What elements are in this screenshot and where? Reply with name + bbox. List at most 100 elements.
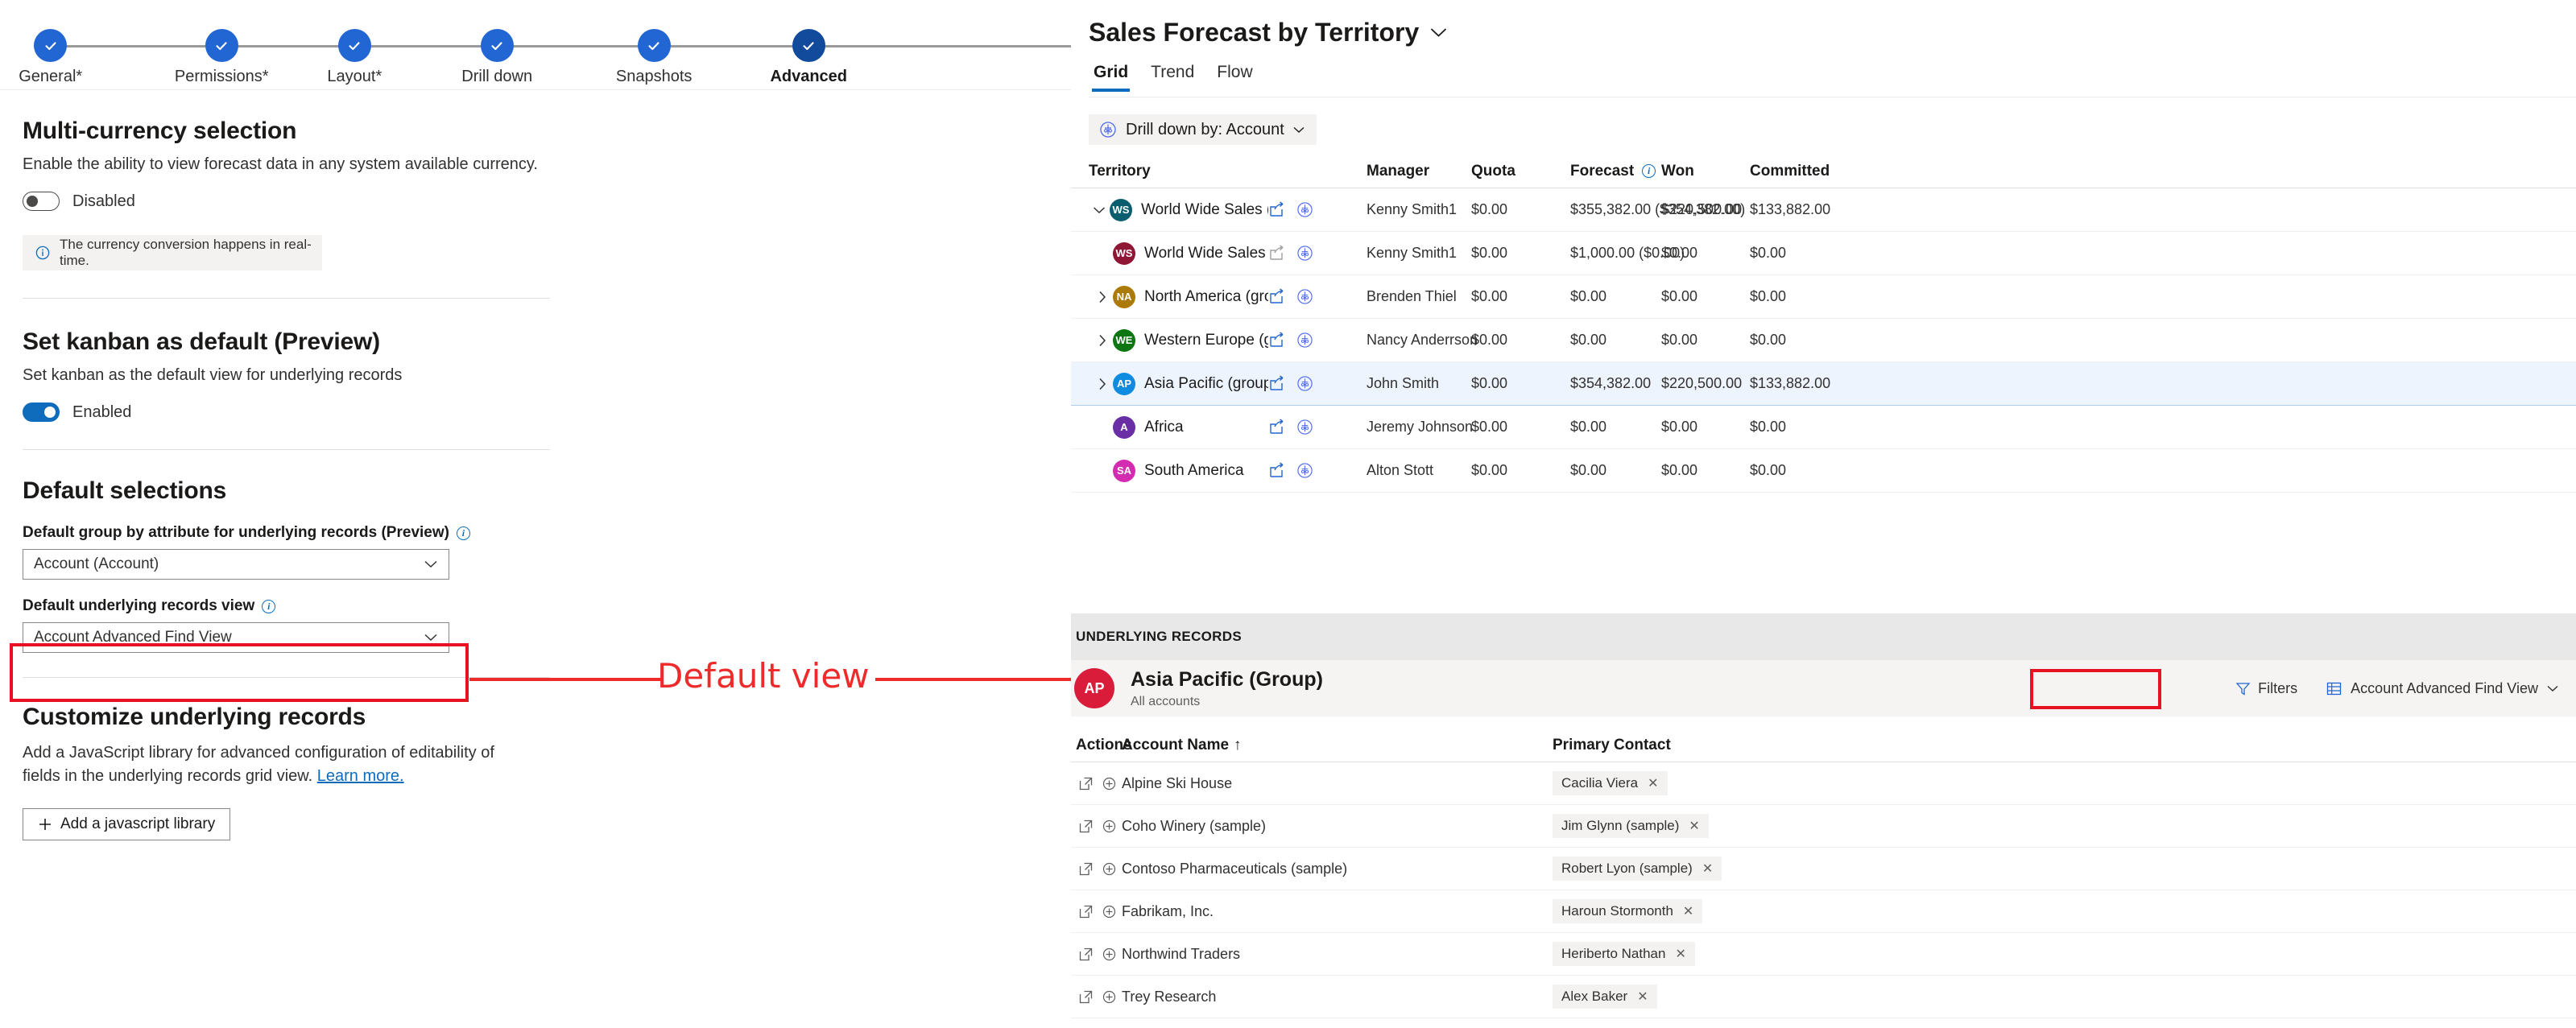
contact-pill[interactable]: Haroun Stormonth ✕ <box>1553 899 1703 923</box>
territory-name[interactable]: Asia Pacific (group) <box>1144 375 1268 393</box>
territory-name[interactable]: South America <box>1144 462 1244 480</box>
drill-down-row-icon[interactable] <box>1296 201 1313 218</box>
column-header-territory[interactable]: Territory <box>1071 163 1268 180</box>
close-icon[interactable]: ✕ <box>1683 903 1693 919</box>
territory-name[interactable]: Western Europe (gro <box>1144 332 1268 349</box>
group-by-combobox[interactable]: Account (Account) <box>23 549 449 580</box>
drill-down-row-icon[interactable] <box>1296 288 1313 305</box>
share-record-icon[interactable] <box>1268 288 1285 305</box>
cell-account-name[interactable]: Alpine Ski House <box>1122 775 1553 792</box>
share-record-icon[interactable] <box>1268 375 1285 392</box>
filters-button[interactable]: Filters <box>2235 680 2297 697</box>
forecast-grid-row[interactable]: A Africa Jeremy Johnson $0.00 $0.00 $0.00 $0.0… <box>1071 406 2576 449</box>
group-by-info-icon[interactable]: i <box>456 526 470 540</box>
learn-more-link[interactable]: Learn more. <box>317 767 404 785</box>
forecast-grid-row[interactable]: AP Asia Pacific (group) John Smith $0.00 $35… <box>1071 362 2576 406</box>
records-table-row[interactable]: Coho Winery (sample) Jim Glynn (sample) ✕ <box>1071 805 2576 848</box>
records-view-combobox[interactable]: Account Advanced Find View <box>23 622 449 653</box>
records-view-selector[interactable]: Account Advanced Find View <box>2326 680 2558 697</box>
multi-currency-toggle[interactable] <box>23 192 60 211</box>
drill-down-row-icon[interactable] <box>1296 419 1313 436</box>
add-record-icon[interactable] <box>1102 862 1116 876</box>
forecast-title[interactable]: Sales Forecast by Territory <box>1089 18 1447 47</box>
territory-name[interactable]: North America (grou <box>1144 288 1268 306</box>
forecast-grid-row[interactable]: SA South America Alton Stott $0.00 $0.00 $0.0… <box>1071 449 2576 493</box>
contact-pill[interactable]: Cacilia Viera ✕ <box>1553 771 1668 795</box>
territory-name[interactable]: World Wide Sales (group <box>1141 201 1268 219</box>
stepper-step-drilldown[interactable]: Drill down <box>461 29 532 86</box>
share-record-icon[interactable] <box>1268 462 1285 479</box>
add-record-icon[interactable] <box>1102 990 1116 1004</box>
drill-down-chip[interactable]: Drill down by: Account <box>1089 114 1317 145</box>
contact-pill[interactable]: Jim Glynn (sample) ✕ <box>1553 814 1709 838</box>
records-view-info-icon[interactable]: i <box>262 599 276 613</box>
drill-down-row-icon[interactable] <box>1296 375 1313 392</box>
column-header-manager[interactable]: Manager <box>1367 163 1471 180</box>
chevron-right-icon[interactable] <box>1092 334 1113 347</box>
share-record-icon[interactable] <box>1268 332 1285 349</box>
share-record-icon[interactable] <box>1268 419 1285 436</box>
contact-pill[interactable]: Heriberto Nathan ✕ <box>1553 942 1695 966</box>
open-record-icon[interactable] <box>1079 777 1093 791</box>
stepper-step-permissions[interactable]: Permissions* <box>175 29 269 86</box>
add-javascript-library-button[interactable]: Add a javascript library <box>23 808 231 840</box>
drill-down-row-icon[interactable] <box>1296 462 1313 479</box>
stepper-step-layout[interactable]: Layout* <box>327 29 382 86</box>
open-record-icon[interactable] <box>1079 905 1093 919</box>
add-record-icon[interactable] <box>1102 947 1116 961</box>
territory-name[interactable]: Africa <box>1144 419 1184 436</box>
chevron-down-icon <box>424 560 437 568</box>
column-header-won[interactable]: Won <box>1661 163 1750 180</box>
add-record-icon[interactable] <box>1102 820 1116 833</box>
cell-account-name[interactable]: Northwind Traders <box>1122 946 1553 963</box>
close-icon[interactable]: ✕ <box>1702 861 1713 877</box>
forecast-grid-row[interactable]: NA North America (grou Brenden Thiel $0.00 $… <box>1071 275 2576 319</box>
close-icon[interactable]: ✕ <box>1637 989 1648 1005</box>
tab-flow[interactable]: Flow <box>1212 60 1260 92</box>
add-record-icon[interactable] <box>1102 777 1116 791</box>
open-record-icon[interactable] <box>1079 820 1093 833</box>
contact-pill[interactable]: Robert Lyon (sample) ✕ <box>1553 857 1722 881</box>
column-header-account-name[interactable]: Account Name ↑ <box>1122 737 1553 754</box>
share-record-icon[interactable] <box>1268 245 1285 262</box>
chevron-down-icon[interactable] <box>1430 27 1447 38</box>
add-record-icon[interactable] <box>1102 905 1116 919</box>
records-table-row[interactable]: Contoso Pharmaceuticals (sample) Robert L… <box>1071 848 2576 890</box>
stepper-step-general[interactable]: General* <box>19 29 82 86</box>
records-table-row[interactable]: Trey Research Alex Baker ✕ <box>1071 976 2576 1018</box>
close-icon[interactable]: ✕ <box>1648 775 1658 791</box>
records-table-row[interactable]: Northwind Traders Heriberto Nathan ✕ <box>1071 933 2576 976</box>
records-table-row[interactable]: Fabrikam, Inc. Haroun Stormonth ✕ <box>1071 890 2576 933</box>
drill-down-row-icon[interactable] <box>1296 245 1313 262</box>
share-record-icon[interactable] <box>1268 201 1285 218</box>
close-icon[interactable]: ✕ <box>1689 818 1699 834</box>
column-header-primary-contact[interactable]: Primary Contact <box>1553 737 2576 754</box>
cell-account-name[interactable]: Coho Winery (sample) <box>1122 818 1553 835</box>
forecast-grid-row[interactable]: WEWestern Europe (groNancy Anderrson$0.0… <box>1071 319 2576 362</box>
stepper-step-advanced[interactable]: Advanced <box>770 29 847 86</box>
forecast-info-icon[interactable]: i <box>1642 164 1656 178</box>
drill-down-row-icon[interactable] <box>1296 332 1313 349</box>
chevron-right-icon[interactable] <box>1092 378 1113 390</box>
tab-grid[interactable]: Grid <box>1089 60 1136 92</box>
chevron-down-icon[interactable] <box>1089 206 1110 214</box>
forecast-grid-row[interactable]: WS World Wide Sales Kenny Smith1 $0.00 $1,00… <box>1071 232 2576 275</box>
open-record-icon[interactable] <box>1079 990 1093 1004</box>
cell-account-name[interactable]: Fabrikam, Inc. <box>1122 903 1553 920</box>
contact-pill[interactable]: Alex Baker ✕ <box>1553 985 1657 1009</box>
cell-account-name[interactable]: Contoso Pharmaceuticals (sample) <box>1122 861 1553 877</box>
forecast-grid-row[interactable]: WS World Wide Sales (group Kenny Smith1 $0.… <box>1071 188 2576 232</box>
open-record-icon[interactable] <box>1079 862 1093 876</box>
cell-account-name[interactable]: Trey Research <box>1122 989 1553 1005</box>
close-icon[interactable]: ✕ <box>1675 946 1685 962</box>
stepper-step-snapshots[interactable]: Snapshots <box>616 29 692 86</box>
column-header-committed[interactable]: Committed <box>1750 163 1838 180</box>
column-header-forecast[interactable]: Forecast i <box>1570 163 1661 180</box>
kanban-toggle[interactable] <box>23 403 60 422</box>
chevron-right-icon[interactable] <box>1092 291 1113 303</box>
records-table-row[interactable]: Alpine Ski House Cacilia Viera ✕ <box>1071 762 2576 805</box>
tab-trend[interactable]: Trend <box>1146 60 1202 92</box>
column-header-quota[interactable]: Quota <box>1471 163 1570 180</box>
open-record-icon[interactable] <box>1079 947 1093 961</box>
territory-name[interactable]: World Wide Sales <box>1144 245 1266 262</box>
